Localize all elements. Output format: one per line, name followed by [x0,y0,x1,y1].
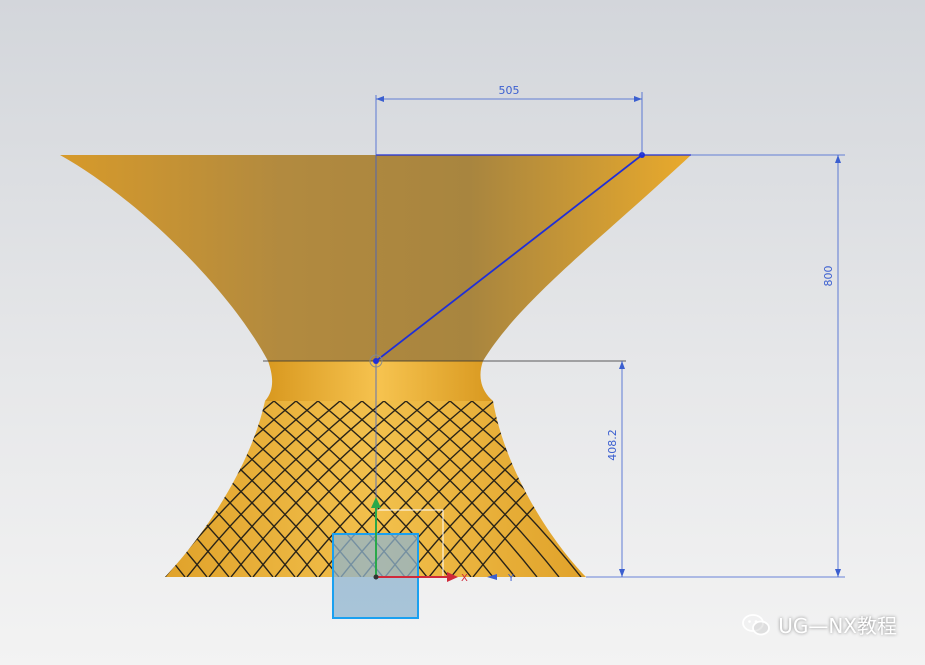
lattice-strut [0,401,119,577]
wechat-icon [742,613,771,635]
lattice-strut [0,401,31,577]
lattice-strut [559,401,586,577]
csys-origin[interactable] [373,574,379,580]
lattice-strut [0,401,120,577]
cad-viewport[interactable]: 505 800 408.2 X Y [0,0,925,665]
lattice-strut [165,401,187,577]
neck-surface[interactable] [265,361,493,401]
x-axis-label: X [461,573,468,584]
y-axis-label: Y [507,573,515,584]
lattice-strut [581,401,586,577]
lattice-strut [0,401,10,577]
lattice-strut [165,401,186,577]
dimension-top-radius[interactable]: 505 [376,84,643,155]
lattice-strut [0,401,141,577]
lattice-strut [648,401,823,577]
lattice-strut [0,401,163,577]
lattice-strut [626,401,801,577]
lattice-strut [165,401,209,577]
upper-hyperboloid-surface[interactable] [60,155,691,361]
lattice-strut [165,401,208,577]
watermark-text: UG—NX教程 [778,614,897,638]
generator-start-point[interactable] [373,358,379,364]
lattice-strut [537,401,586,577]
lattice-strut [0,401,142,577]
lattice-strut [604,401,779,577]
dimension-total-height-label: 800 [822,266,835,287]
lattice-strut [0,401,75,577]
lattice-strut [0,401,53,577]
lattice-strut [0,401,97,577]
dimension-top-radius-label: 505 [499,84,520,97]
lattice-strut [0,401,164,577]
dimension-total-height[interactable]: 800 [586,154,845,578]
lattice-strut [0,401,54,577]
dimension-neck-height[interactable]: 408.2 [606,361,625,577]
watermark: UG—NX教程 [742,610,897,639]
lattice-strut [0,401,98,577]
lattice-strut [0,401,32,577]
dimension-neck-height-label: 408.2 [606,429,619,461]
lattice-strut [0,401,76,577]
